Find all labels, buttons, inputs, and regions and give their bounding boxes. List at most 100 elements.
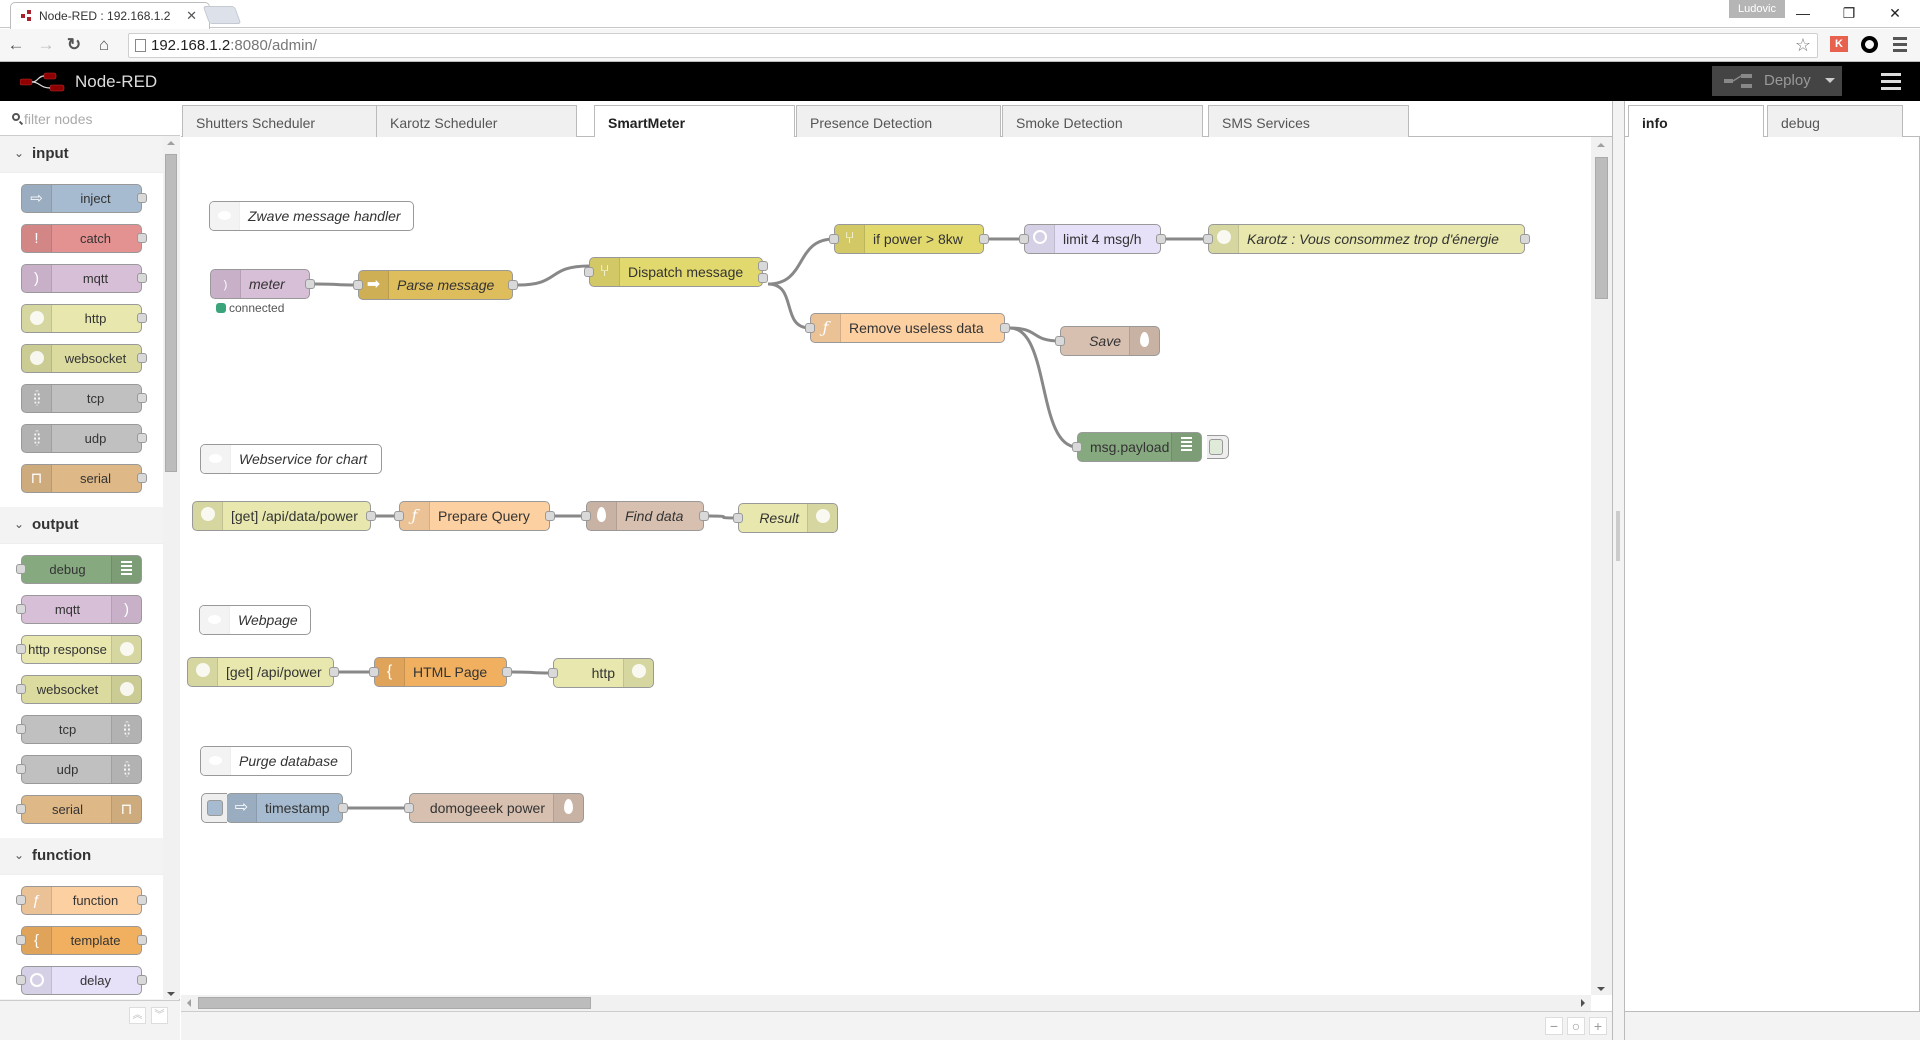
- input-port[interactable]: [733, 513, 743, 523]
- palette-section-header[interactable]: ⌄ function: [0, 838, 163, 875]
- input-port[interactable]: [16, 684, 26, 694]
- new-tab-button[interactable]: [202, 6, 242, 24]
- minimize-icon[interactable]: —: [1783, 2, 1823, 24]
- comment-node[interactable]: Webservice for chart: [200, 444, 382, 474]
- zoom-reset-button[interactable]: ○: [1567, 1017, 1585, 1035]
- input-port[interactable]: [1019, 234, 1029, 244]
- flow-node-domogeeek[interactable]: domogeeek power: [404, 793, 584, 823]
- output-port[interactable]: [366, 511, 376, 521]
- splitter-handle[interactable]: [1616, 511, 1620, 561]
- output-port[interactable]: [137, 273, 147, 283]
- flow-node-htmlpage[interactable]: {HTML Page: [369, 657, 512, 687]
- canvas-horizontal-scrollbar[interactable]: [181, 995, 1591, 1011]
- palette-node-tcp[interactable]: tcp: [16, 715, 142, 744]
- output-port[interactable]: [137, 895, 147, 905]
- palette-node-http-response[interactable]: http response: [16, 635, 142, 664]
- sidebar-tab-info[interactable]: info: [1628, 105, 1764, 138]
- canvas-vscroll-thumb[interactable]: [1595, 157, 1608, 299]
- flow-node-getpower[interactable]: [get] /api/power: [187, 657, 339, 687]
- flow-tab-sms-services[interactable]: SMS Services: [1208, 105, 1409, 137]
- zoom-out-button[interactable]: −: [1545, 1017, 1563, 1035]
- deploy-dropdown-icon[interactable]: [1825, 78, 1835, 83]
- palette-node-template[interactable]: {template: [16, 926, 147, 955]
- input-port[interactable]: [1072, 442, 1082, 452]
- wire[interactable]: [767, 282, 811, 330]
- palette-node-http[interactable]: http: [21, 304, 147, 333]
- palette-scroll-thumb[interactable]: [165, 154, 177, 472]
- input-port[interactable]: [353, 280, 363, 290]
- flow-node-remove[interactable]: ƒ Remove useless data: [805, 313, 1010, 343]
- flow-tab-smoke-detection[interactable]: Smoke Detection: [1002, 105, 1203, 137]
- flow-tab-smartmeter[interactable]: SmartMeter: [594, 105, 795, 138]
- input-port[interactable]: [16, 604, 26, 614]
- palette-section-header[interactable]: ⌄ input: [0, 136, 163, 173]
- input-port[interactable]: [1055, 336, 1065, 346]
- output-port[interactable]: [338, 803, 348, 813]
- flow-node-dispatch[interactable]: ⑂ Dispatch message: [584, 257, 768, 287]
- scroll-up-icon[interactable]: [1597, 143, 1605, 147]
- output-port-2[interactable]: [758, 273, 768, 283]
- output-port[interactable]: [137, 975, 147, 985]
- output-port[interactable]: [1156, 234, 1166, 244]
- output-port[interactable]: [137, 313, 147, 323]
- flow-node-limit[interactable]: limit 4 msg/h: [1019, 224, 1166, 254]
- scroll-down-icon[interactable]: [1597, 987, 1605, 991]
- output-port[interactable]: [137, 193, 147, 203]
- input-port[interactable]: [1203, 234, 1213, 244]
- expand-all-button[interactable]: ︾: [151, 1007, 168, 1024]
- scroll-up-icon[interactable]: [167, 141, 175, 145]
- extension-circle-icon[interactable]: [1861, 36, 1878, 53]
- output-port[interactable]: [137, 393, 147, 403]
- input-port[interactable]: [16, 935, 26, 945]
- reload-icon[interactable]: ↻: [64, 35, 84, 55]
- palette-node-websocket[interactable]: websocket: [16, 675, 142, 704]
- input-port[interactable]: [16, 804, 26, 814]
- flow-tab-karotz-scheduler[interactable]: Karotz Scheduler: [376, 105, 577, 137]
- output-port[interactable]: [137, 353, 147, 363]
- output-port[interactable]: [508, 280, 518, 290]
- wire[interactable]: [767, 237, 835, 286]
- palette-node-tcp[interactable]: tcp: [21, 384, 147, 413]
- flow-node-find[interactable]: Find data: [581, 501, 709, 531]
- output-port[interactable]: [305, 279, 315, 289]
- palette-node-debug[interactable]: debug: [16, 555, 142, 584]
- flow-node-ifpower[interactable]: ⑂ if power > 8kw: [829, 224, 989, 254]
- back-icon[interactable]: ←: [6, 35, 26, 55]
- wire[interactable]: [314, 282, 359, 287]
- palette-node-websocket[interactable]: websocket: [21, 344, 147, 373]
- flow-node-timestamp[interactable]: ⇨ timestamp: [201, 793, 348, 823]
- output-port[interactable]: [1000, 323, 1010, 333]
- close-window-icon[interactable]: ✕: [1875, 2, 1915, 24]
- input-port[interactable]: [369, 667, 379, 677]
- input-port[interactable]: [16, 644, 26, 654]
- deploy-button[interactable]: Deploy: [1712, 66, 1842, 96]
- palette-node-udp[interactable]: udp: [21, 424, 147, 453]
- palette-node-mqtt[interactable]: ) mqtt: [16, 595, 142, 624]
- output-port[interactable]: [545, 511, 555, 521]
- sidebar-splitter[interactable]: [1612, 101, 1625, 1040]
- input-port[interactable]: [16, 895, 26, 905]
- chrome-menu-icon[interactable]: [1893, 37, 1907, 55]
- output-port[interactable]: [502, 667, 512, 677]
- input-port[interactable]: [829, 234, 839, 244]
- wire[interactable]: [511, 670, 554, 675]
- flow-tab-shutters-scheduler[interactable]: Shutters Scheduler: [182, 105, 383, 137]
- inject-trigger-button[interactable]: [201, 793, 227, 823]
- palette-node-delay[interactable]: delay: [16, 966, 147, 995]
- output-port[interactable]: [137, 473, 147, 483]
- palette-node-udp[interactable]: udp: [16, 755, 142, 784]
- input-port[interactable]: [16, 724, 26, 734]
- flow-node-save[interactable]: Save: [1055, 326, 1160, 356]
- restore-icon[interactable]: ❐: [1829, 2, 1869, 24]
- scroll-left-icon[interactable]: [187, 999, 191, 1007]
- flow-node-result[interactable]: Result: [733, 503, 838, 533]
- output-port-1[interactable]: [758, 261, 768, 271]
- canvas-hscroll-thumb[interactable]: [198, 997, 591, 1009]
- input-port[interactable]: [584, 267, 594, 277]
- close-tab-icon[interactable]: ✕: [186, 8, 197, 24]
- flow-tab-presence-detection[interactable]: Presence Detection: [796, 105, 1001, 137]
- input-port[interactable]: [805, 323, 815, 333]
- input-port[interactable]: [548, 668, 558, 678]
- sidebar-tab-debug[interactable]: debug: [1767, 105, 1903, 137]
- output-port[interactable]: [137, 233, 147, 243]
